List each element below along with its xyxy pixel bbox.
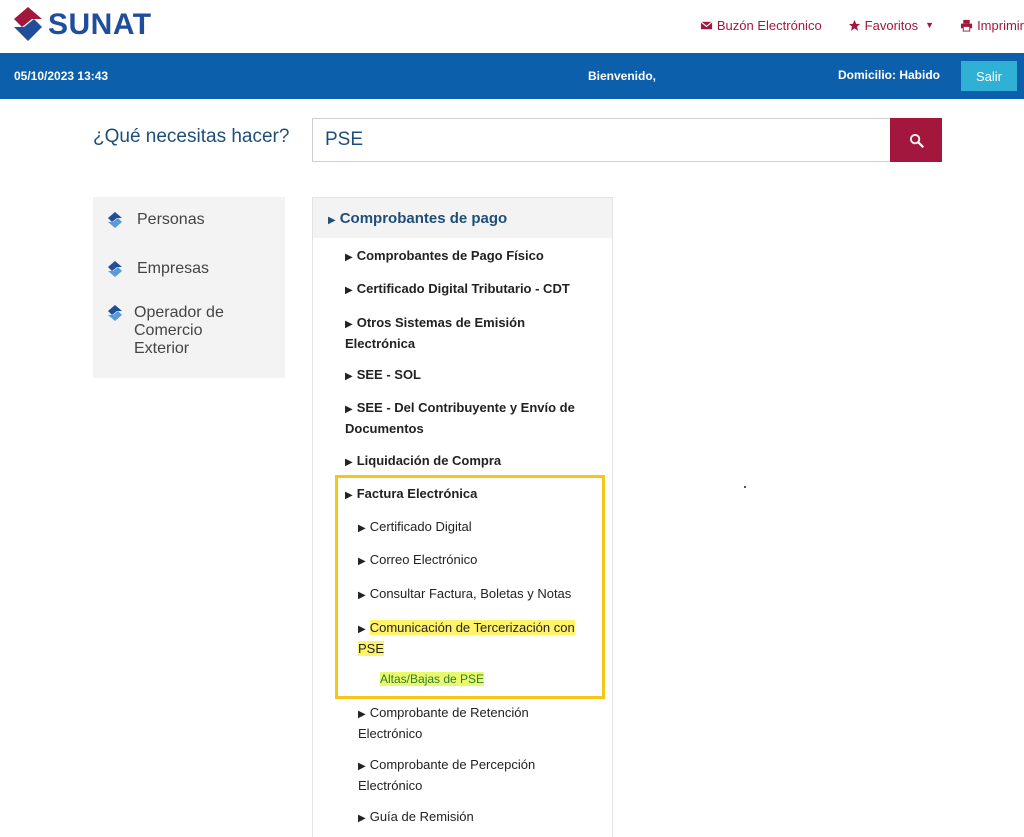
triangle-right-icon: ▶	[345, 252, 353, 263]
sidebar-item-label: Empresas	[137, 260, 210, 277]
sidebar-item-label: Operador de Comercio Exterior	[134, 304, 224, 357]
menu-item-otros-sistemas[interactable]: ▶ Otros Sistemas de Emisión Electrónica	[345, 313, 545, 353]
sidebar-item-operador[interactable]: Operador de Comercio Exterior	[107, 304, 254, 358]
session-datetime: 05/10/2023 13:43	[14, 69, 109, 83]
envelope-icon	[700, 20, 713, 29]
printer-icon	[960, 19, 973, 32]
menu-item-label: Certificado Digital Tributario - CDT	[356, 281, 570, 296]
triangle-right-icon: ▶	[345, 371, 353, 382]
menu-header-comprobantes[interactable]: ▶ Comprobantes de pago	[313, 198, 612, 238]
salir-button[interactable]: Salir	[961, 61, 1017, 91]
buzon-label: Buzón Electrónico	[716, 17, 822, 33]
menu-item-see-contribuyente[interactable]: ▶ SEE - Del Contribuyente y Envío de Docu…	[345, 398, 595, 438]
submenu-item-percepcion[interactable]: ▶ Comprobante de Percepción Electrónico	[358, 755, 568, 795]
sunat-diamond-icon	[108, 212, 122, 228]
menu-item-label: Guía de Remisión	[369, 809, 474, 824]
triangle-right-icon: ▶	[345, 404, 353, 415]
welcome-text: Bienvenido,	[588, 69, 657, 83]
highlight-annotation-box	[335, 475, 605, 699]
session-bar: 05/10/2023 13:43 Bienvenido, Domicilio: …	[0, 53, 1024, 99]
submenu-item-retencion[interactable]: ▶ Comprobante de Retención Electrónico	[358, 703, 568, 743]
sidebar-item-personas[interactable]: Personas	[107, 211, 257, 229]
sidebar-item-empresas[interactable]: Empresas	[107, 260, 257, 278]
menu-item-label: SEE - SOL	[356, 367, 421, 382]
sunat-logo[interactable]: SUNAT	[8, 4, 152, 46]
triangle-right-icon: ▶	[345, 457, 353, 468]
menu-item-label: Comprobantes de Pago Físico	[356, 248, 544, 263]
menu-item-comprobantes-fisico[interactable]: ▶ Comprobantes de Pago Físico	[345, 246, 605, 267]
imprimir-link[interactable]: Imprimir	[960, 18, 1024, 33]
menu-item-liquidacion[interactable]: ▶ Liquidación de Compra	[345, 451, 605, 472]
search-input[interactable]	[312, 118, 891, 162]
buzon-electronico-link[interactable]: Buzón Electrónico	[700, 18, 822, 33]
menu-item-cdt[interactable]: ▶ Certificado Digital Tributario - CDT	[345, 279, 605, 300]
imprimir-label: Imprimir	[977, 17, 1024, 33]
menu-item-label: Comprobante de Retención Electrónico	[358, 705, 529, 741]
menu-item-label: Liquidación de Compra	[356, 453, 502, 468]
menu-item-label: Comprobante de Percepción Electrónico	[358, 757, 536, 793]
menu-item-see-sol[interactable]: ▶ SEE - SOL	[345, 365, 605, 386]
question-heading: ¿Qué necesitas hacer?	[93, 126, 290, 147]
triangle-right-icon: ▶	[345, 285, 353, 296]
triangle-right-icon: ▶	[328, 215, 336, 226]
sunat-diamond-icon	[108, 305, 122, 321]
stray-dot	[744, 486, 746, 488]
triangle-right-icon: ▶	[358, 813, 366, 824]
menu-item-label: Otros Sistemas de Emisión Electrónica	[345, 315, 526, 351]
top-links: Buzón Electrónico Favoritos ▼ Imprimir	[700, 16, 1024, 34]
favoritos-label: Favoritos	[864, 17, 919, 33]
sunat-diamond-icon	[108, 261, 122, 277]
top-header: SUNAT Buzón Electrónico Favoritos ▼ Impr…	[0, 0, 1024, 53]
audience-sidebar: Personas Empresas Operador de Comercio E…	[93, 197, 285, 378]
caret-down-icon: ▼	[925, 20, 935, 30]
logo-text: SUNAT	[48, 8, 152, 41]
search-icon	[909, 133, 924, 148]
favoritos-dropdown[interactable]: Favoritos ▼	[848, 18, 934, 33]
triangle-right-icon: ▶	[358, 761, 366, 772]
menu-header-label: Comprobantes de pago	[339, 210, 508, 227]
triangle-right-icon: ▶	[345, 319, 353, 330]
sidebar-item-label: Personas	[137, 211, 205, 228]
triangle-right-icon: ▶	[358, 709, 366, 720]
menu-item-label: SEE - Del Contribuyente y Envío de Docum…	[345, 400, 575, 436]
star-icon	[848, 19, 860, 31]
search-button[interactable]	[890, 118, 942, 162]
sunat-logo-icon	[14, 7, 42, 41]
domicilio-status: Domicilio: Habido	[838, 68, 940, 82]
